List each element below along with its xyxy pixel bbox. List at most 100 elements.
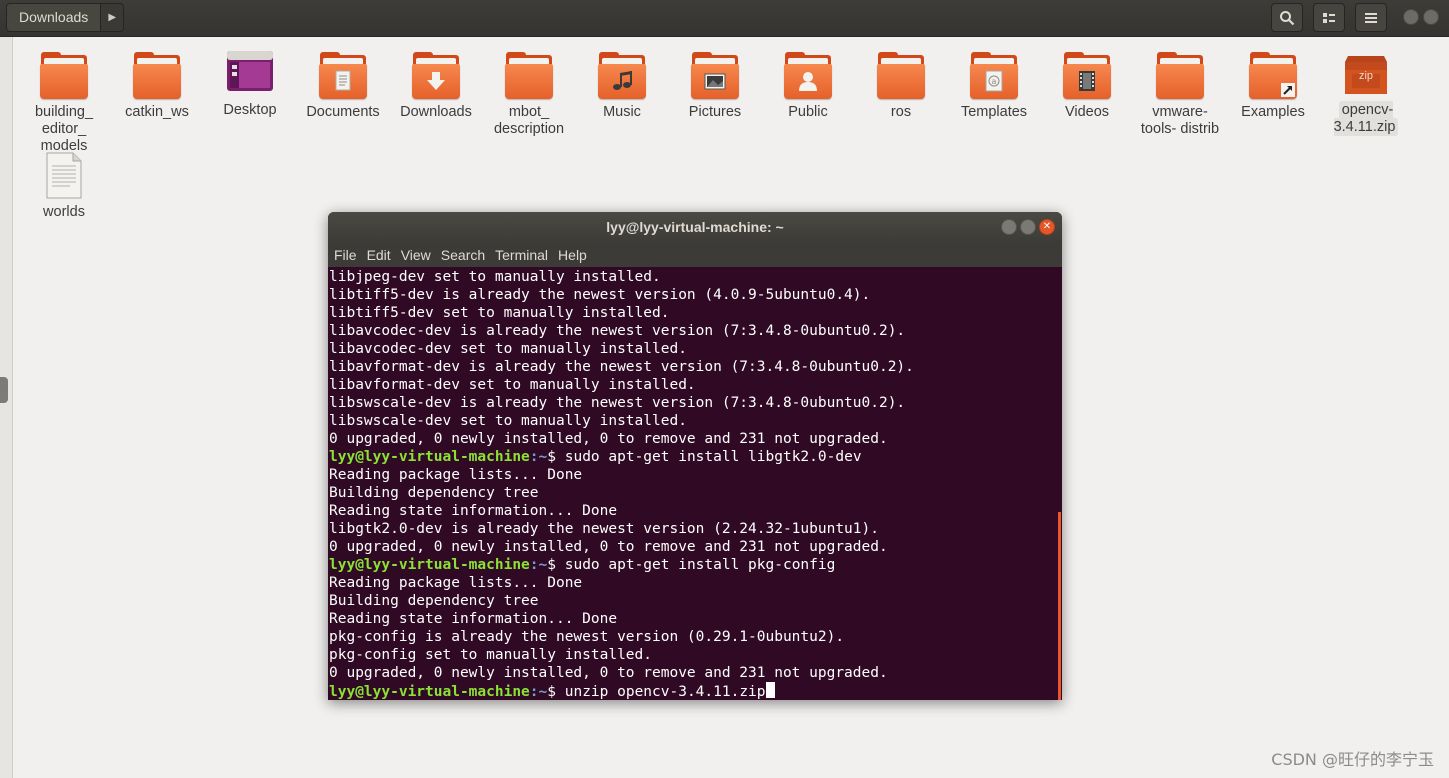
zip-badge: zip <box>1358 70 1374 82</box>
file-label: Pictures <box>688 104 742 120</box>
zip-archive-icon: zip <box>1342 50 1390 98</box>
file-label: mbot_ description <box>493 104 565 137</box>
folder-item[interactable]: ros <box>856 52 946 121</box>
terminal-command: unzip opencv-3.4.11.zip <box>564 684 766 700</box>
header-bar: Downloads ▶ <box>0 0 1449 37</box>
folder-item[interactable]: catkin_ws <box>112 52 202 121</box>
folder-item[interactable]: Examples <box>1228 52 1318 121</box>
file-label: Examples <box>1241 104 1305 120</box>
folder-icon <box>1249 52 1297 100</box>
terminal-scrollbar[interactable] <box>1058 512 1061 700</box>
prompt-user: lyy@lyy-virtual-machine <box>329 684 530 700</box>
minimize-icon[interactable] <box>1001 219 1017 235</box>
folder-item[interactable]: Desktop <box>205 50 295 119</box>
template-icon: a <box>985 70 1003 92</box>
terminal-window[interactable]: lyy@lyy-virtual-machine: ~ ✕ File Edit V… <box>328 212 1062 700</box>
prompt-path: :~ <box>529 557 548 573</box>
file-label: Music <box>603 104 641 120</box>
sidebar-resize-handle[interactable] <box>0 377 8 403</box>
terminal-output-line: 0 upgraded, 0 newly installed, 0 to remo… <box>329 539 888 555</box>
folder-icon <box>319 52 367 100</box>
terminal-prompt-line: lyy@lyy-virtual-machine:~$ sudo apt-get … <box>329 556 914 574</box>
film-icon <box>1079 71 1095 91</box>
terminal-title: lyy@lyy-virtual-machine: ~ <box>606 219 784 235</box>
text-cursor <box>765 682 775 698</box>
terminal-output[interactable]: libjpeg-dev set to manually installed. li… <box>328 267 1062 700</box>
folder-icon <box>133 52 181 100</box>
terminal-output-line: 0 upgraded, 0 newly installed, 0 to remo… <box>329 665 888 681</box>
terminal-output-line: Reading package lists... Done <box>329 467 583 483</box>
person-icon <box>799 72 817 91</box>
maximize-icon[interactable] <box>1020 219 1036 235</box>
file-label: vmware- tools- distrib <box>1140 104 1220 137</box>
prompt-path: :~ <box>529 684 548 700</box>
terminal-output-line: libavformat-dev is already the newest ve… <box>329 359 914 375</box>
terminal-output-line: libtiff5-dev set to manually installed. <box>329 305 670 321</box>
folder-icon <box>1156 52 1204 100</box>
text-file-icon <box>40 152 88 200</box>
file-label: building_ editor_ models <box>34 104 94 154</box>
file-label: Public <box>788 104 828 120</box>
folder-icon <box>598 52 646 100</box>
folder-item[interactable]: Documents <box>298 52 388 121</box>
symlink-arrow-icon <box>1281 83 1295 97</box>
triangle-right-icon[interactable]: ▶ <box>101 3 125 32</box>
file-label: worlds <box>43 204 85 220</box>
terminal-output-line: libavcodec-dev set to manually installed… <box>329 341 687 357</box>
folder-item[interactable]: a Templates <box>949 52 1039 121</box>
terminal-output-line: libavcodec-dev is already the newest ver… <box>329 323 906 339</box>
folder-item[interactable]: Public <box>763 52 853 121</box>
terminal-prompt-line: lyy@lyy-virtual-machine:~$ sudo apt-get … <box>329 448 914 466</box>
file-label: Documents <box>306 104 380 120</box>
folder-item[interactable]: Downloads <box>391 52 481 121</box>
file-label: catkin_ws <box>125 104 189 120</box>
file-label: Desktop <box>223 102 277 118</box>
music-note-icon <box>613 71 632 90</box>
picture-icon <box>704 73 726 90</box>
terminal-output-line: libavformat-dev set to manually installe… <box>329 377 696 393</box>
menu-search[interactable]: Search <box>439 242 487 267</box>
folder-item[interactable]: mbot_ description <box>484 52 574 138</box>
folder-item[interactable]: Pictures <box>670 52 760 121</box>
menu-button[interactable] <box>1355 3 1387 32</box>
search-icon <box>1280 10 1295 25</box>
file-label: opencv- 3.4.11.zip <box>1333 101 1399 136</box>
file-label: Downloads <box>400 104 472 120</box>
menu-edit[interactable]: Edit <box>365 242 393 267</box>
folder-icon <box>784 52 832 100</box>
search-button[interactable] <box>1271 3 1303 32</box>
menu-view[interactable]: View <box>399 242 433 267</box>
terminal-output-line: libswscale-dev set to manually installed… <box>329 413 687 429</box>
folder-item[interactable]: Videos <box>1042 52 1132 121</box>
close-icon[interactable]: ✕ <box>1039 219 1055 235</box>
folder-item[interactable]: Music <box>577 52 667 121</box>
maximize-icon[interactable] <box>1423 9 1439 25</box>
svg-text:a: a <box>992 77 997 86</box>
folder-item[interactable]: building_ editor_ models <box>19 52 109 155</box>
terminal-output-line: Building dependency tree <box>329 593 539 609</box>
folder-icon <box>691 52 739 100</box>
breadcrumb-downloads[interactable]: Downloads <box>6 3 102 32</box>
folder-icon <box>1063 52 1111 100</box>
terminal-output-line: Reading state information... Done <box>329 611 618 627</box>
terminal-output-line: libjpeg-dev set to manually installed. <box>329 269 661 285</box>
menu-terminal[interactable]: Terminal <box>493 242 550 267</box>
terminal-titlebar[interactable]: lyy@lyy-virtual-machine: ~ ✕ <box>328 212 1062 242</box>
prompt-user: lyy@lyy-virtual-machine <box>329 449 530 465</box>
menu-file[interactable]: File <box>332 242 359 267</box>
folder-item[interactable]: vmware- tools- distrib <box>1135 52 1225 138</box>
view-options-button[interactable] <box>1313 3 1345 32</box>
zip-file-item[interactable]: zip opencv- 3.4.11.zip <box>1321 50 1411 136</box>
folder-icon <box>40 52 88 100</box>
terminal-command: sudo apt-get install libgtk2.0-dev <box>564 449 862 465</box>
prompt-sign: $ <box>547 449 565 465</box>
download-arrow-icon <box>427 72 445 90</box>
file-item[interactable]: worlds <box>19 152 109 221</box>
hamburger-menu-icon <box>1365 12 1377 23</box>
minimize-icon[interactable] <box>1403 9 1419 25</box>
terminal-output-line: 0 upgraded, 0 newly installed, 0 to remo… <box>329 431 888 447</box>
menu-help[interactable]: Help <box>556 242 589 267</box>
prompt-sign: $ <box>547 684 565 700</box>
view-options-icon <box>1323 12 1335 23</box>
path-bar: Downloads ▶ <box>6 3 125 32</box>
